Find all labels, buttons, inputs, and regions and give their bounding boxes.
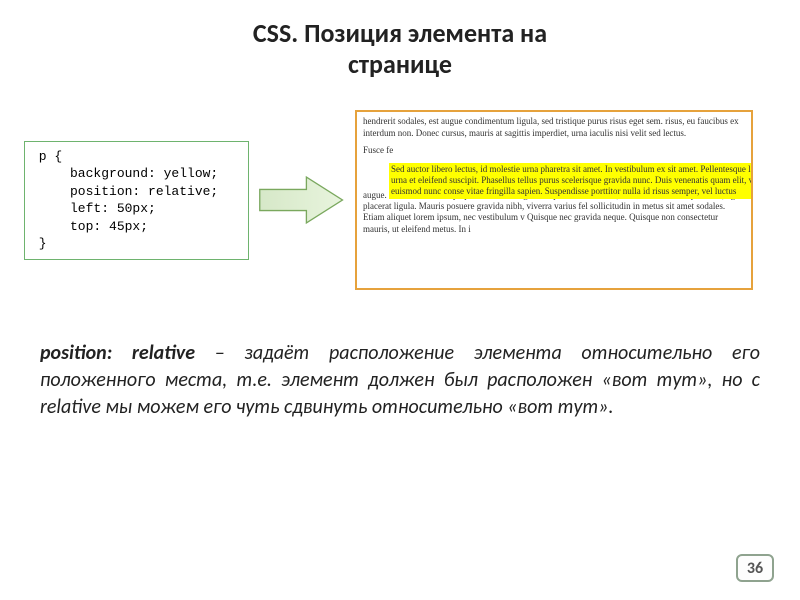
- title-line2: странице: [348, 48, 452, 80]
- arrow-icon: [257, 170, 347, 230]
- preview-yellow-paragraph: Sed auctor libero lectus, id molestie ur…: [389, 163, 753, 199]
- preview-top-paragraph: hendrerit sodales, est augue condimentum…: [363, 116, 745, 139]
- description-keyword: position: relative: [40, 341, 195, 365]
- slide-title: CSS. Позиция элемента на странице: [0, 0, 800, 80]
- code-sample: p { background: yellow; position: relati…: [24, 141, 249, 260]
- render-preview: hendrerit sodales, est augue condimentum…: [355, 110, 753, 290]
- title-line1: CSS. Позиция элемента на: [253, 17, 547, 49]
- example-row: p { background: yellow; position: relati…: [0, 110, 800, 290]
- page-number-badge: 36: [736, 554, 774, 582]
- description: position: relative – задаёт расположение…: [40, 340, 760, 421]
- preview-bg-lead: Fusce fe: [363, 145, 393, 155]
- preview-shifted-wrap: Fusce fe augue. Cum aliam massapo potent…: [363, 145, 745, 255]
- page-number: 36: [747, 559, 763, 578]
